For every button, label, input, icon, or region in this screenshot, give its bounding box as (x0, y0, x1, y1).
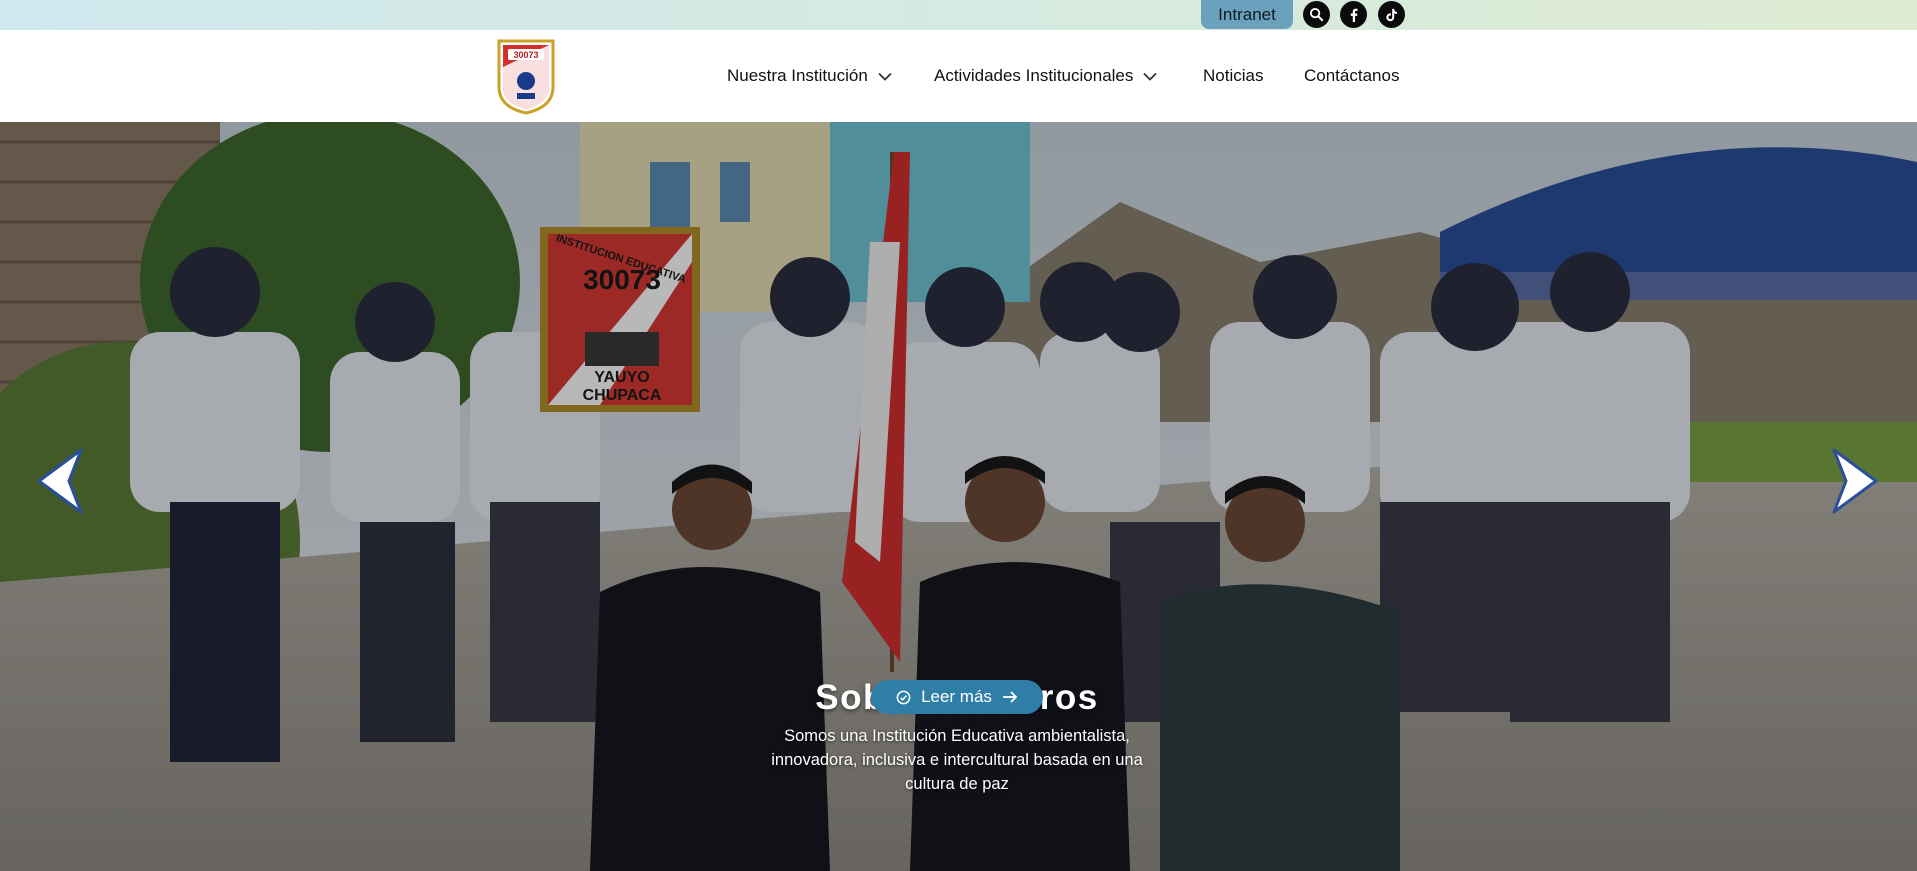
nav-label: Noticias (1203, 66, 1264, 85)
facebook-icon[interactable] (1340, 1, 1367, 28)
arrow-right-icon (1002, 691, 1018, 703)
check-circle-icon (896, 690, 911, 704)
slide-description: Somos una Institución Educativa ambienta… (771, 727, 1143, 793)
slider-prev-arrow-icon[interactable] (35, 448, 85, 514)
nav-label: Contáctanos (1304, 66, 1400, 85)
chevron-down-icon (878, 72, 892, 81)
read-more-label: Leer más (921, 687, 992, 706)
top-utility-bar: Intranet (0, 0, 1917, 30)
nav-nuestra-institucion[interactable]: Nuestra Institución (727, 66, 892, 86)
logo-number: 30073 (513, 50, 538, 60)
school-logo[interactable]: 30073 (495, 37, 557, 115)
nav-actividades-institucionales[interactable]: Actividades Institucionales (934, 66, 1158, 86)
search-icon[interactable] (1303, 1, 1330, 28)
chevron-down-icon (1143, 72, 1158, 81)
hero-slider: INSTITUCION EDUCATIVA 30073 YAUYO CHUPAC… (0, 122, 1917, 871)
nav-noticias[interactable]: Noticias (1203, 66, 1263, 86)
intranet-button[interactable]: Intranet (1201, 0, 1293, 29)
nav-label: Actividades Institucionales (934, 66, 1134, 85)
tiktok-icon[interactable] (1378, 1, 1405, 28)
nav-label: Nuestra Institución (727, 66, 868, 85)
slider-next-arrow-icon[interactable] (1830, 448, 1880, 514)
nav-contactanos[interactable]: Contáctanos (1304, 66, 1399, 86)
read-more-button[interactable]: Leer más (871, 680, 1043, 714)
main-header: 30073 Nuestra Institución Actividades In… (0, 30, 1917, 122)
